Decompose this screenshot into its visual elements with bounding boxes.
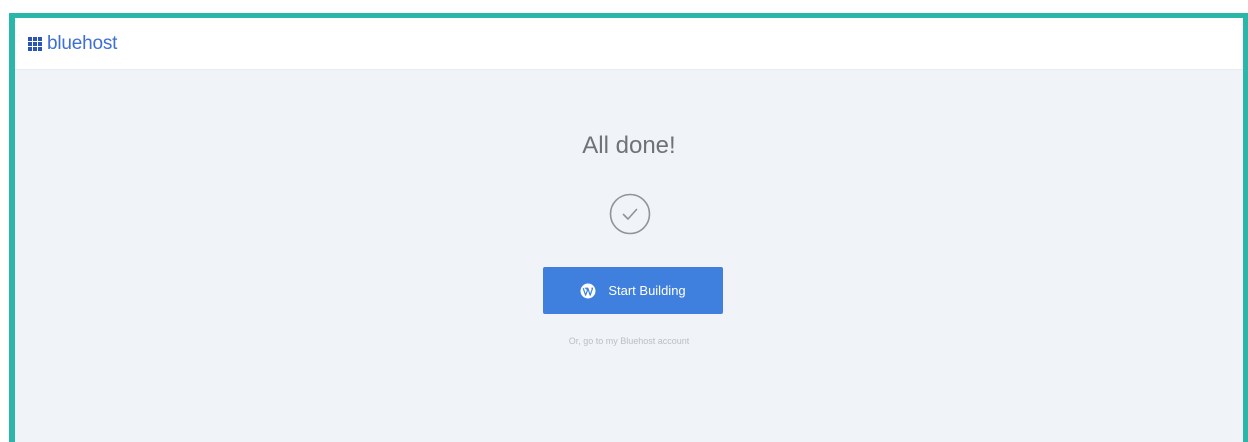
logo-text: bluehost (47, 33, 118, 54)
page-title: All done! (582, 132, 676, 159)
start-building-label: Start Building (608, 283, 686, 298)
wordpress-icon (580, 283, 596, 298)
checkmark-circle-icon (609, 193, 651, 235)
bluehost-logo[interactable]: bluehost (28, 33, 117, 55)
header-bar: bluehost (15, 18, 1243, 70)
main-content: All done! Start Building Or, go to my Bl… (15, 70, 1243, 442)
grid-icon (28, 37, 42, 51)
frame-border-right (1243, 13, 1248, 442)
bluehost-account-link[interactable]: Or, go to my Bluehost account (15, 336, 1243, 346)
app-frame: bluehost All done! Start Building Or, go… (0, 0, 1248, 442)
frame-border-left-gap (0, 13, 9, 442)
start-building-button[interactable]: Start Building (543, 267, 723, 314)
